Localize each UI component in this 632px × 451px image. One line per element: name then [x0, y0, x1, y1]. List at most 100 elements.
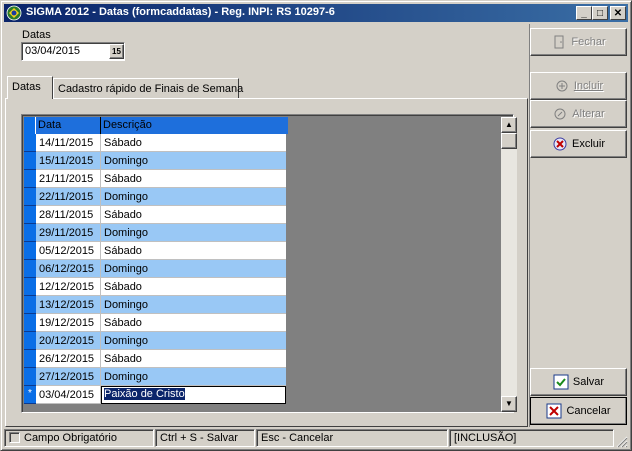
- salvar-button[interactable]: Salvar: [530, 368, 627, 396]
- cell-descricao[interactable]: Domingo: [101, 260, 286, 278]
- row-indicator[interactable]: [24, 152, 36, 170]
- cell-data[interactable]: 06/12/2015: [36, 260, 101, 278]
- maximize-button[interactable]: □: [592, 6, 608, 20]
- status-bar: Campo Obrigatório Ctrl + S - Salvar Esc …: [4, 428, 628, 448]
- fechar-button[interactable]: Fechar: [530, 28, 627, 56]
- table-row[interactable]: 15/11/2015 Domingo: [24, 152, 288, 170]
- cell-data[interactable]: 22/11/2015: [36, 188, 101, 206]
- row-indicator-new[interactable]: *: [24, 386, 36, 404]
- arrow-down-icon: ▼: [505, 399, 513, 408]
- minimize-button[interactable]: _: [576, 6, 592, 20]
- row-indicator[interactable]: [24, 170, 36, 188]
- cell-data[interactable]: 14/11/2015: [36, 134, 101, 152]
- row-indicator[interactable]: [24, 260, 36, 278]
- table-row[interactable]: 06/12/2015 Domingo: [24, 260, 288, 278]
- cell-data[interactable]: 15/11/2015: [36, 152, 101, 170]
- required-swatch-icon: [9, 432, 20, 443]
- table-row-new[interactable]: * 03/04/2015 Paixão de Cristo: [24, 386, 288, 404]
- cell-data[interactable]: 28/11/2015: [36, 206, 101, 224]
- table-row[interactable]: 28/11/2015 Sábado: [24, 206, 288, 224]
- table-row[interactable]: 19/12/2015 Sábado: [24, 314, 288, 332]
- cell-data[interactable]: 20/12/2015: [36, 332, 101, 350]
- alterar-button[interactable]: Alterar: [530, 100, 627, 128]
- excluir-label: Excluir: [571, 138, 605, 150]
- cell-data[interactable]: 13/12/2015: [36, 296, 101, 314]
- cell-descricao[interactable]: Domingo: [101, 332, 286, 350]
- cell-descricao[interactable]: Domingo: [101, 368, 286, 386]
- excluir-button[interactable]: Excluir: [530, 130, 627, 158]
- status-mode: [INCLUSÃO]: [449, 429, 614, 447]
- calendar-icon: 15: [112, 47, 121, 56]
- table-row[interactable]: 12/12/2015 Sábado: [24, 278, 288, 296]
- cell-descricao[interactable]: Sábado: [101, 206, 286, 224]
- table-row[interactable]: 29/11/2015 Domingo: [24, 224, 288, 242]
- scroll-thumb[interactable]: [501, 133, 517, 149]
- row-indicator[interactable]: [24, 242, 36, 260]
- table-row[interactable]: 05/12/2015 Sábado: [24, 242, 288, 260]
- cell-data[interactable]: 27/12/2015: [36, 368, 101, 386]
- cell-data[interactable]: 21/11/2015: [36, 170, 101, 188]
- column-header-data[interactable]: Data: [36, 117, 101, 134]
- cell-descricao[interactable]: Domingo: [101, 296, 286, 314]
- table-row[interactable]: 20/12/2015 Domingo: [24, 332, 288, 350]
- salvar-label: Salvar: [572, 376, 605, 388]
- table-row[interactable]: 21/11/2015 Sábado: [24, 170, 288, 188]
- scroll-down-button[interactable]: ▼: [501, 396, 517, 412]
- cell-data[interactable]: 26/12/2015: [36, 350, 101, 368]
- row-indicator[interactable]: [24, 188, 36, 206]
- cell-descricao[interactable]: Sábado: [101, 278, 286, 296]
- status-required: Campo Obrigatório: [4, 429, 154, 447]
- cell-descricao[interactable]: Sábado: [101, 314, 286, 332]
- row-indicator[interactable]: [24, 332, 36, 350]
- tab-datas[interactable]: Datas: [7, 76, 53, 99]
- cell-descricao[interactable]: Sábado: [101, 134, 286, 152]
- row-indicator[interactable]: [24, 350, 36, 368]
- tab-strip: Datas Cadastro rápido de Finais de Seman…: [5, 74, 529, 99]
- table-row[interactable]: 26/12/2015 Sábado: [24, 350, 288, 368]
- header-panel: Datas 03/04/2015 15: [5, 24, 529, 72]
- table-row[interactable]: 13/12/2015 Domingo: [24, 296, 288, 314]
- cell-descricao-editor[interactable]: Paixão de Cristo: [101, 386, 286, 404]
- window-title: SIGMA 2012 - Datas (formcaddatas) - Reg.…: [26, 6, 335, 18]
- row-indicator[interactable]: [24, 206, 36, 224]
- row-indicator[interactable]: [24, 314, 36, 332]
- table-row[interactable]: 22/11/2015 Domingo: [24, 188, 288, 206]
- table-row[interactable]: 14/11/2015 Sábado: [24, 134, 288, 152]
- cancelar-label: Cancelar: [566, 405, 611, 417]
- row-indicator[interactable]: [24, 296, 36, 314]
- row-indicator[interactable]: [24, 224, 36, 242]
- header-indicator: [24, 117, 36, 134]
- main-window: SIGMA 2012 - Datas (formcaddatas) - Reg.…: [0, 0, 632, 451]
- row-indicator[interactable]: [24, 134, 36, 152]
- cell-descricao[interactable]: Domingo: [101, 152, 286, 170]
- cancelar-button[interactable]: Cancelar: [530, 397, 627, 425]
- table-row[interactable]: 27/12/2015 Domingo: [24, 368, 288, 386]
- row-indicator[interactable]: [24, 368, 36, 386]
- close-icon: ✕: [613, 7, 623, 19]
- incluir-button[interactable]: Incluir: [530, 72, 627, 100]
- maximize-icon: □: [596, 7, 604, 19]
- vertical-scrollbar[interactable]: ▲ ▼: [501, 117, 517, 412]
- cell-data[interactable]: 19/12/2015: [36, 314, 101, 332]
- add-icon: [554, 78, 570, 94]
- tab-cadastro-rapido[interactable]: Cadastro rápido de Finais de Semana: [53, 78, 243, 98]
- cell-data[interactable]: 03/04/2015: [36, 386, 101, 404]
- title-bar[interactable]: SIGMA 2012 - Datas (formcaddatas) - Reg.…: [4, 4, 628, 22]
- cell-data[interactable]: 05/12/2015: [36, 242, 101, 260]
- close-button[interactable]: ✕: [610, 6, 626, 20]
- cell-data[interactable]: 12/12/2015: [36, 278, 101, 296]
- grid-empty-area: [288, 117, 501, 412]
- resize-grip-icon[interactable]: [614, 434, 628, 448]
- cell-descricao[interactable]: Domingo: [101, 224, 286, 242]
- cell-descricao[interactable]: Sábado: [101, 350, 286, 368]
- cell-descricao[interactable]: Sábado: [101, 170, 286, 188]
- cell-data[interactable]: 29/11/2015: [36, 224, 101, 242]
- cell-descricao[interactable]: Sábado: [101, 242, 286, 260]
- column-header-descricao[interactable]: Descrição: [101, 117, 288, 134]
- minimize-icon: _: [581, 7, 587, 19]
- row-indicator[interactable]: [24, 278, 36, 296]
- cell-descricao[interactable]: Domingo: [101, 188, 286, 206]
- calendar-button[interactable]: 15: [109, 44, 124, 59]
- app-logo-icon: [6, 5, 22, 21]
- scroll-up-button[interactable]: ▲: [501, 117, 517, 133]
